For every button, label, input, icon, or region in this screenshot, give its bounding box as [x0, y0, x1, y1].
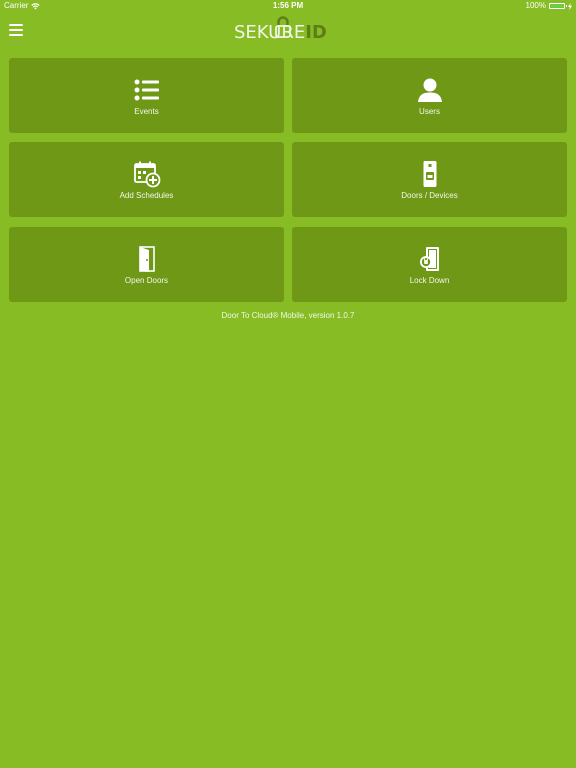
- hamburger-line: [9, 34, 23, 36]
- status-bar: Carrier 1:56 PM 100%: [0, 0, 576, 12]
- hamburger-line: [9, 29, 23, 31]
- events-label: Events: [134, 107, 159, 116]
- open-doors-label: Open Doors: [124, 276, 169, 285]
- lock-down-label: Lock Down: [409, 276, 450, 285]
- logo-text: SEKUREID: [234, 22, 327, 43]
- logo-text-id: ID: [305, 22, 327, 43]
- user-icon: [417, 78, 442, 102]
- door-device-icon: [423, 161, 436, 187]
- status-time: 1:56 PM: [272, 1, 304, 10]
- add-schedules-tile[interactable]: Add Schedules: [9, 142, 284, 217]
- menu-button[interactable]: [9, 24, 23, 36]
- logo-text-sek: SEK: [234, 22, 269, 43]
- logo-text-u: U: [268, 22, 282, 43]
- charging-icon: [568, 2, 572, 10]
- open-door-icon: [138, 246, 155, 272]
- users-tile[interactable]: Users: [292, 58, 567, 133]
- users-label: Users: [419, 107, 440, 116]
- battery-level: [551, 5, 563, 7]
- lock-down-tile[interactable]: Lock Down: [292, 227, 567, 302]
- battery-icon: [549, 3, 567, 9]
- sekureid-logo: SEKUREID: [232, 16, 344, 46]
- version-text: Door To Cloud® Mobile, version 1.0.7: [221, 311, 355, 320]
- status-right: 100%: [526, 0, 572, 12]
- doors-devices-tile[interactable]: Doors / Devices: [292, 142, 567, 217]
- list-icon: [134, 79, 159, 101]
- hamburger-menu-icon: [9, 24, 23, 26]
- doors-devices-label: Doors / Devices: [401, 191, 458, 200]
- open-doors-tile[interactable]: Open Doors: [9, 227, 284, 302]
- calendar-add-icon: [133, 161, 160, 188]
- events-tile[interactable]: Events: [9, 58, 284, 133]
- battery-percent: 100%: [525, 1, 546, 10]
- add-schedules-label: Add Schedules: [119, 191, 174, 200]
- lock-down-icon: [419, 247, 439, 271]
- logo-text-re: RE: [281, 22, 306, 43]
